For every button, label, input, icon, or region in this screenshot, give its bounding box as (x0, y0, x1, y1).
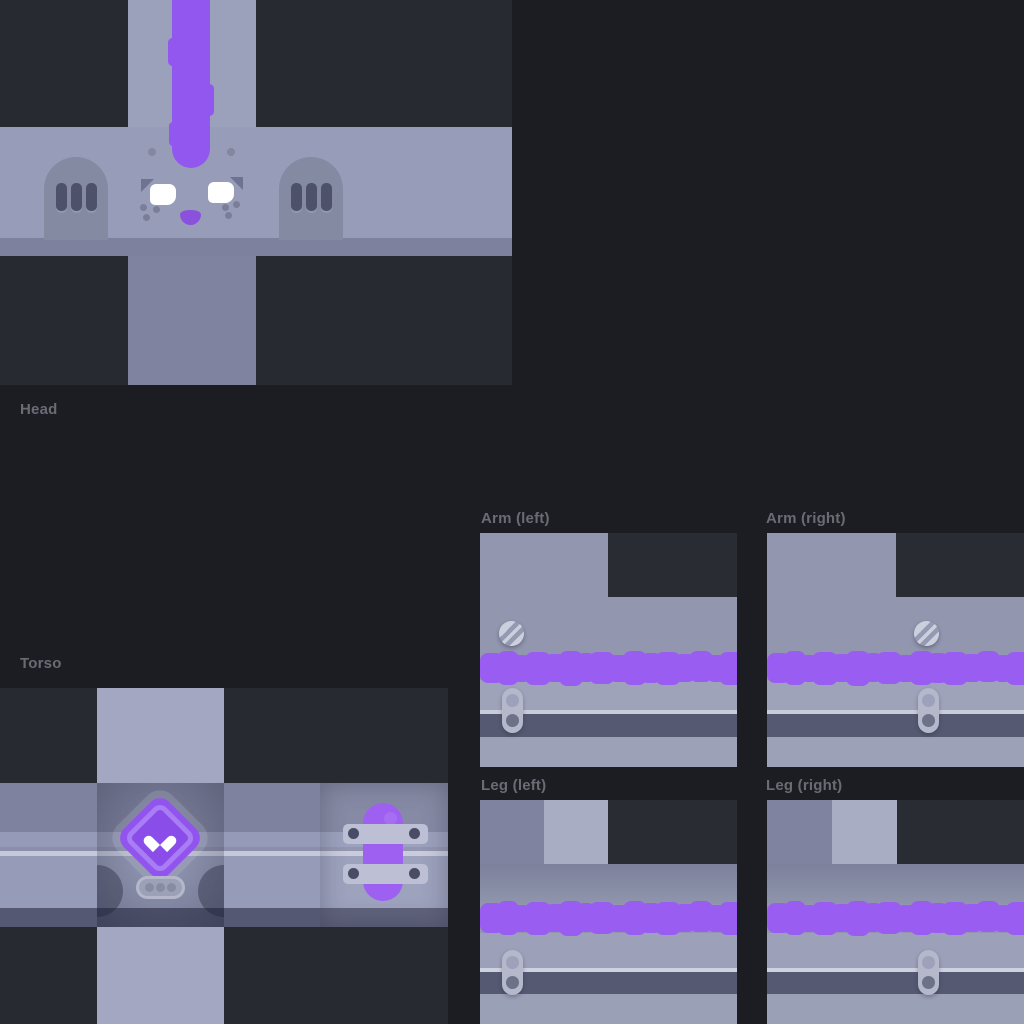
thigh-gradient (480, 864, 737, 904)
purple-seam-stripe (480, 901, 737, 945)
thigh-gradient (767, 864, 1024, 904)
arm-left-texture-canvas[interactable] (480, 533, 737, 767)
brow-dot (148, 148, 156, 156)
ear-vent-icon (44, 157, 108, 240)
zipper-pull-icon (502, 950, 523, 995)
striped-capsule-latch-icon (363, 803, 403, 901)
leg-left-texture-canvas[interactable] (480, 800, 737, 1024)
arm-right-texture-canvas[interactable] (767, 533, 1024, 767)
leg-right-texture-canvas[interactable] (767, 800, 1024, 1024)
zipper-pull-icon (918, 950, 939, 995)
bottom-row (767, 737, 1024, 767)
rivet-dot (348, 868, 359, 879)
armhole-shadow (97, 865, 123, 917)
rivet-dot (409, 828, 420, 839)
uv-notch (608, 800, 737, 864)
bottom-row (767, 994, 1024, 1024)
zipper-pull-icon (918, 688, 939, 733)
freckle-dot (140, 204, 147, 211)
leg-right-label: Leg (right) (766, 777, 842, 794)
armhole-shadow (198, 865, 224, 917)
uv-notch (896, 533, 1024, 597)
rivet-dot (348, 828, 359, 839)
eye-right (208, 182, 234, 203)
heart-icon (150, 829, 170, 847)
uv-square-light (832, 800, 897, 864)
arm-left-label: Arm (left) (481, 510, 550, 527)
uv-notch (608, 533, 737, 597)
uv-notch (897, 800, 1024, 864)
head-band-shadow-strip (0, 238, 512, 256)
screw-icon (499, 621, 524, 646)
uv-square-light (544, 800, 608, 864)
arm-right-label: Arm (right) (766, 510, 846, 527)
bottom-row (480, 737, 737, 767)
ear-vent-icon (279, 157, 343, 240)
accent-stripe (172, 0, 210, 168)
head-label: Head (20, 401, 57, 418)
head-texture-canvas[interactable] (0, 0, 512, 385)
seam-dark-band (767, 972, 1024, 994)
accent-stripe-bump (168, 38, 177, 66)
triple-dot-plate-icon (136, 876, 185, 899)
brow-dot (227, 148, 235, 156)
leg-left-label: Leg (left) (481, 777, 546, 794)
accent-stripe-bump (169, 122, 177, 146)
freckle-dot (143, 214, 150, 221)
eye-left (150, 184, 176, 205)
freckle-dot (153, 206, 160, 213)
freckle-dot (225, 212, 232, 219)
torso-label: Torso (20, 655, 62, 672)
torso-top-arm (97, 688, 224, 783)
freckle-dot (222, 204, 229, 211)
accent-stripe-bump (205, 84, 214, 116)
purple-seam-stripe (767, 901, 1024, 945)
skin-editor-page: Head Torso (0, 0, 1024, 1024)
torso-bottom-arm (97, 927, 224, 1024)
torso-texture-canvas[interactable] (0, 688, 448, 1024)
uv-square-dark (767, 800, 832, 864)
purple-seam-stripe (767, 651, 1024, 695)
freckle-dot (233, 201, 240, 208)
purple-seam-stripe (480, 651, 737, 695)
screw-icon (914, 621, 939, 646)
uv-square-dark (480, 800, 544, 864)
rivet-dot (409, 868, 420, 879)
bottom-row (480, 994, 737, 1024)
head-bottom-arm (128, 256, 256, 385)
zipper-pull-icon (502, 688, 523, 733)
seam-dark-band (767, 714, 1024, 737)
